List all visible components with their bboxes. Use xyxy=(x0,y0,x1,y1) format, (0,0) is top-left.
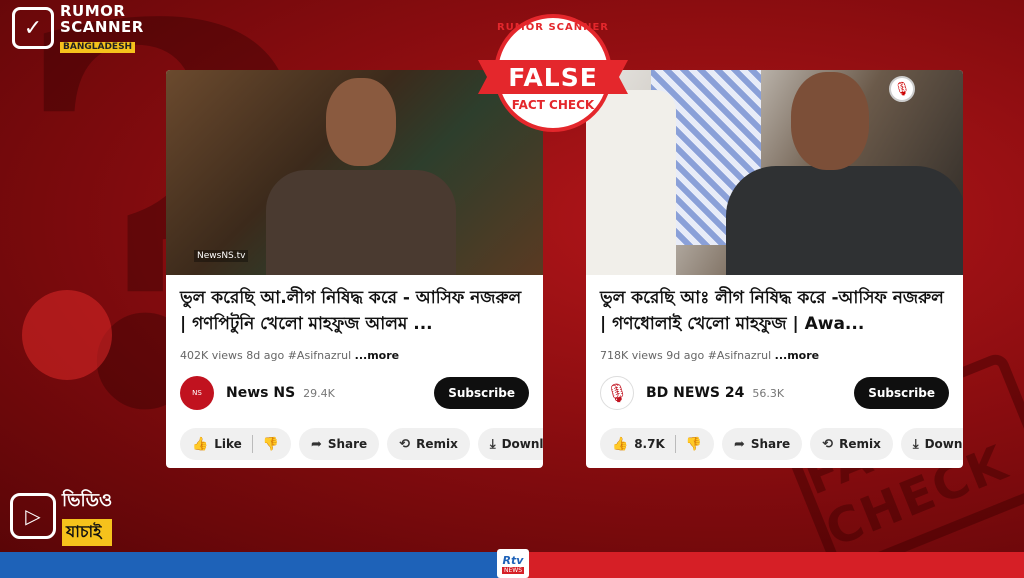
rumor-scanner-logo: ✓ RUMOR SCANNER BANGLADESH xyxy=(12,3,144,53)
share-label: Share xyxy=(327,437,368,451)
rtv-news-logo: Rtv NEWS xyxy=(497,549,529,578)
subscribe-button[interactable]: Subscribe xyxy=(434,377,529,409)
subscriber-count: 56.3K xyxy=(752,386,785,400)
thumbs-down-icon[interactable]: 👎 xyxy=(686,437,702,452)
channel-row: 🎙 BD NEWS 24 56.3K Subscribe xyxy=(586,362,963,412)
channel-name[interactable]: BD NEWS 24 xyxy=(646,385,744,401)
remix-icon: ⟲ xyxy=(399,436,411,452)
youtube-card-right: 🎙 ভুল করেছি আঃ লীগ নিষিদ্ধ করে -আসিফ নজর… xyxy=(586,70,963,468)
remix-label: Remix xyxy=(416,437,458,451)
channel-avatar[interactable]: NS xyxy=(180,376,214,410)
download-label: Downl xyxy=(924,437,963,451)
action-bar: 👍 8.7K 👎 ➦ Share ⟲ Remix ⤓ Downl xyxy=(586,412,963,460)
remix-button[interactable]: ⟲ Remix xyxy=(810,428,893,460)
subscribe-button[interactable]: Subscribe xyxy=(854,377,949,409)
video-verify-badge: ▷ ভিডিও যাচাই xyxy=(10,486,113,546)
remix-button[interactable]: ⟲ Remix xyxy=(387,428,470,460)
speaker-body xyxy=(266,170,456,275)
download-button[interactable]: ⤓ Downl xyxy=(900,428,963,460)
like-dislike-pill: 👍 Like 👎 xyxy=(180,428,291,460)
brand-line-2: SCANNER xyxy=(60,17,144,36)
stamp-bottom-text: FACT CHECK xyxy=(511,98,595,112)
download-icon: ⤓ xyxy=(489,436,496,452)
action-bar: 👍 Like 👎 ➦ Share ⟲ Remix ⤓ Downlo xyxy=(166,412,543,460)
stamp-false-band: FALSE xyxy=(478,60,628,94)
download-button[interactable]: ⤓ Downlo xyxy=(477,428,543,460)
stamp-top-text: RUMOR SCANNER xyxy=(496,22,609,33)
video-title[interactable]: ভুল করেছি আ.লীগ নিষিদ্ধ করে - আসিফ নজরুল… xyxy=(166,275,543,345)
speaker-body xyxy=(726,166,963,275)
video-verify-line-1: ভিডিও xyxy=(62,490,113,511)
phone-check-icon: ✓ xyxy=(12,7,54,50)
microphone-icon: 🎙 xyxy=(889,76,915,102)
false-fact-check-stamp: RUMOR SCANNER FALSE FACT CHECK xyxy=(478,14,628,138)
remix-icon: ⟲ xyxy=(822,436,834,452)
share-button[interactable]: ➦ Share xyxy=(298,428,380,460)
brand-text: RUMOR SCANNER BANGLADESH xyxy=(60,3,144,53)
channel-watermark: NewsNS.tv xyxy=(194,250,249,262)
download-icon: ⤓ xyxy=(912,436,919,452)
video-verify-text: ভিডিও যাচাই xyxy=(62,486,113,546)
upload-age: 9d ago xyxy=(666,349,705,362)
brand-line-3: BANGLADESH xyxy=(60,41,136,53)
like-dislike-pill: 👍 8.7K 👎 xyxy=(600,428,714,460)
rtv-news-text: NEWS xyxy=(501,566,525,574)
video-meta: 718K views 9d ago #Asifnazrul ...more xyxy=(586,345,963,362)
video-thumbnail-right[interactable]: 🎙 xyxy=(586,70,963,275)
decorative-circle xyxy=(22,290,112,380)
thumbs-up-icon[interactable]: 👍 xyxy=(192,437,208,452)
view-count: 402K views xyxy=(180,349,243,362)
video-title[interactable]: ভুল করেছি আঃ লীগ নিষিদ্ধ করে -আসিফ নজরুল… xyxy=(586,275,963,345)
channel-name[interactable]: News NS xyxy=(226,385,295,401)
speaker-head xyxy=(326,78,396,166)
divider xyxy=(251,435,253,453)
view-count: 718K views xyxy=(600,349,663,362)
share-icon: ➦ xyxy=(310,436,322,452)
footer-blue-segment xyxy=(0,552,512,578)
share-button[interactable]: ➦ Share xyxy=(721,428,803,460)
download-label: Downlo xyxy=(501,437,543,451)
thumbs-up-icon[interactable]: 👍 xyxy=(612,437,628,452)
like-label[interactable]: Like xyxy=(214,437,242,451)
channel-row: NS News NS 29.4K Subscribe xyxy=(166,362,543,412)
rtv-logo-text: Rtv xyxy=(502,553,524,567)
video-meta: 402K views 8d ago #Asifnazrul ...more xyxy=(166,345,543,362)
more-link[interactable]: ...more xyxy=(775,349,819,362)
divider xyxy=(674,435,676,453)
channel-avatar[interactable]: 🎙 xyxy=(600,376,634,410)
speaker-head xyxy=(791,72,869,170)
thumbs-down-icon[interactable]: 👎 xyxy=(263,437,279,452)
video-verify-line-2: যাচাই xyxy=(62,519,113,546)
more-link[interactable]: ...more xyxy=(355,349,399,362)
remix-label: Remix xyxy=(839,437,881,451)
share-icon: ➦ xyxy=(733,436,745,452)
upload-age: 8d ago xyxy=(246,349,285,362)
hashtag-link[interactable]: #Asifnazrul xyxy=(288,349,351,362)
like-count[interactable]: 8.7K xyxy=(634,437,665,451)
footer-red-segment xyxy=(512,552,1024,578)
subscriber-count: 29.4K xyxy=(303,386,335,400)
share-label: Share xyxy=(750,437,791,451)
hashtag-link[interactable]: #Asifnazrul xyxy=(708,349,771,362)
play-icon: ▷ xyxy=(10,493,56,539)
